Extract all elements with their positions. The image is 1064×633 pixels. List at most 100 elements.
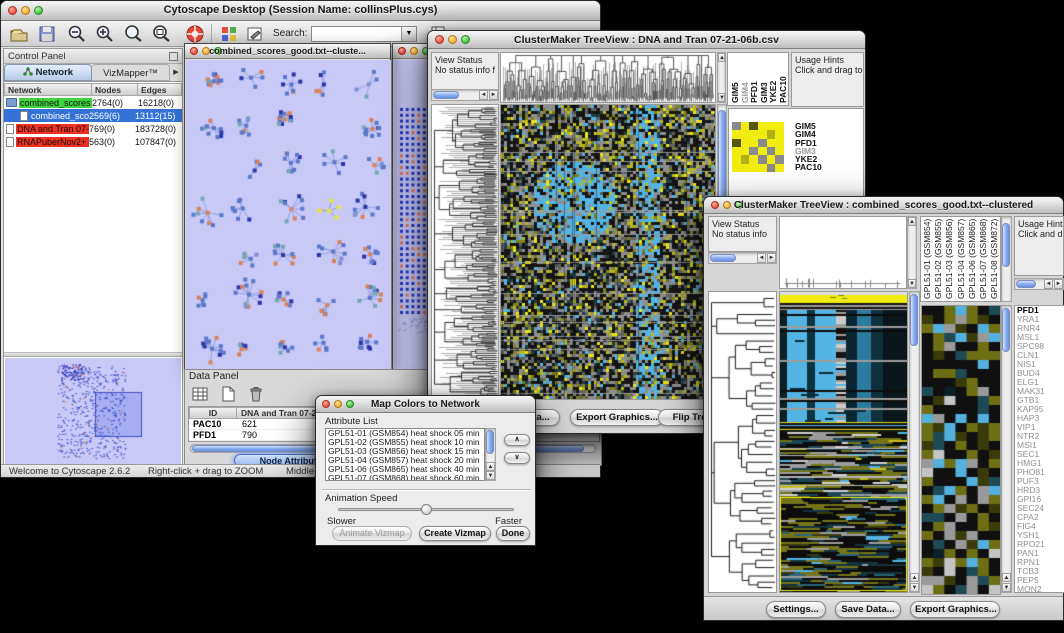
network-canvas[interactable] (186, 60, 391, 370)
gene-label[interactable]: CLN1 (1017, 351, 1064, 360)
gene-label[interactable]: ELG1 (1017, 378, 1064, 387)
gene-label[interactable]: PFD1 (1017, 306, 1064, 315)
help-icon[interactable] (185, 24, 205, 44)
done-button[interactable]: Done (496, 526, 530, 541)
heatmap-cell[interactable] (732, 147, 741, 155)
tv2-gene-labels[interactable]: PFD1YRA1RNR4MSL1SPC98CLN1NIS1BUD4ELG1MAK… (1014, 305, 1064, 593)
gene-label[interactable]: NTR2 (1017, 432, 1064, 441)
heatmap-cell[interactable] (732, 164, 741, 172)
heatmap-cell[interactable] (741, 155, 750, 163)
gene-label[interactable]: MON2 (1017, 585, 1064, 593)
open-session-icon[interactable] (9, 24, 29, 44)
heatmap-cell[interactable] (732, 122, 741, 130)
gene-label[interactable]: MSI1 (1017, 441, 1064, 450)
heatmap-cell[interactable] (775, 155, 784, 163)
gene-label[interactable]: RPN1 (1017, 558, 1064, 567)
main-titlebar[interactable]: Cytoscape Desktop (Session Name: collins… (1, 1, 600, 21)
tv2-heatmap-vscrollbar[interactable]: ▲ ▼ (909, 291, 920, 593)
tv2-heatmap[interactable] (779, 291, 908, 593)
heatmap-cell[interactable] (749, 122, 758, 130)
heatmap-cell[interactable] (767, 147, 776, 155)
gene-label[interactable]: GTB1 (1017, 396, 1064, 405)
minimize-button[interactable] (410, 47, 418, 55)
heatmap-cell[interactable] (732, 130, 741, 138)
gene-label[interactable]: RNR4 (1017, 324, 1064, 333)
zoom-in-icon[interactable] (95, 24, 115, 44)
col-edges[interactable]: Edges (138, 83, 182, 96)
attribute-list[interactable]: GPL51-01 (GSM854) heat shock 05 minGPL51… (325, 428, 485, 481)
gene-label[interactable]: FIG4 (1017, 522, 1064, 531)
heatmap-cell[interactable] (767, 139, 776, 147)
gene-label[interactable]: RPO21 (1017, 540, 1064, 549)
gene-label[interactable]: MAK31 (1017, 387, 1064, 396)
scroll-up-arrow[interactable]: ▲ (718, 53, 725, 62)
gene-label[interactable]: PEP5 (1017, 576, 1064, 585)
zoom-fit-icon[interactable] (151, 24, 171, 44)
gene-label[interactable]: HMG1 (1017, 459, 1064, 468)
gene-label[interactable]: TCB3 (1017, 567, 1064, 576)
gene-label[interactable]: PAN1 (1017, 549, 1064, 558)
heatmap-cell[interactable] (775, 139, 784, 147)
heatmap-cell[interactable] (775, 122, 784, 130)
col-network[interactable]: Network (4, 83, 92, 96)
heatmap-cell[interactable] (749, 164, 758, 172)
gene-label[interactable]: HRD3 (1017, 486, 1064, 495)
heatmap-cell[interactable] (741, 122, 750, 130)
heatmap-cell[interactable] (758, 130, 767, 138)
gene-label[interactable]: HAP3 (1017, 414, 1064, 423)
gene-label[interactable]: GPI16 (1017, 495, 1064, 504)
scroll-down-arrow[interactable]: ▼ (718, 93, 725, 102)
network-window-titlebar[interactable]: combined_scores_good.txt--cluste... (185, 44, 390, 59)
tv1-heatmap[interactable] (500, 104, 716, 400)
tv2-zoom-heatmap[interactable] (921, 305, 1001, 595)
tv2-hints-hscrollbar[interactable]: ◄ ► (1014, 278, 1064, 290)
heatmap-cell[interactable] (741, 164, 750, 172)
tab-network[interactable]: Network (4, 64, 92, 81)
attribute-list-vscrollbar[interactable]: ▲ ▼ (485, 428, 496, 481)
scroll-down-arrow[interactable]: ▼ (486, 471, 495, 480)
heatmap-cell[interactable] (749, 139, 758, 147)
tv1-titlebar[interactable]: ClusterMaker TreeView : DNA and Tran 07-… (428, 31, 865, 49)
tv1-zoom-heatmap[interactable] (732, 122, 784, 172)
gene-label[interactable]: SEC24 (1017, 504, 1064, 513)
network-list-row[interactable]: DNA and Tran 07-21-06b.csv769(0)183728(0… (4, 122, 182, 135)
heatmap-cell[interactable] (767, 122, 776, 130)
gene-label[interactable]: MSL1 (1017, 333, 1064, 342)
gene-label[interactable]: YRA1 (1017, 315, 1064, 324)
gene-label[interactable]: PUF3 (1017, 477, 1064, 486)
attribute-list-item[interactable]: GPL51-07 (GSM868) heat shock 60 min (326, 474, 484, 481)
heatmap-cell[interactable] (758, 155, 767, 163)
table-view-icon[interactable] (191, 385, 209, 403)
tv2-export-graphics-button[interactable]: Export Graphics... (910, 601, 1000, 618)
animation-speed-slider[interactable] (338, 508, 514, 511)
heatmap-cell[interactable] (767, 164, 776, 172)
heatmap-cell[interactable] (758, 139, 767, 147)
tab-vizmapper[interactable]: VizMapper™ (92, 64, 170, 81)
col-id[interactable]: ID (189, 407, 237, 419)
heatmap-cell[interactable] (749, 155, 758, 163)
scroll-up-arrow[interactable]: ▲ (1002, 573, 1011, 582)
heatmap-cell[interactable] (775, 130, 784, 138)
animate-vizmap-button[interactable]: Animate Vizmap (332, 526, 412, 541)
search-input[interactable] (313, 28, 399, 40)
tv2-row-dendrogram[interactable] (708, 291, 777, 593)
scroll-up-arrow[interactable]: ▲ (486, 462, 495, 471)
attribute-list-item[interactable]: GPL51-06 (GSM865) heat shock 40 min (326, 465, 484, 474)
tv2-titlebar[interactable]: ClusterMaker TreeView : combined_scores_… (704, 197, 1063, 214)
move-up-button[interactable]: ∧ (504, 434, 530, 446)
gene-label[interactable]: PHO81 (1017, 468, 1064, 477)
slider-thumb[interactable] (421, 504, 432, 515)
birdseye-view[interactable] (5, 358, 181, 464)
heatmap-cell[interactable] (767, 130, 776, 138)
col-nodes[interactable]: Nodes (92, 83, 138, 96)
vizmapper-palette-icon[interactable] (219, 24, 239, 44)
scroll-left-arrow[interactable]: ◄ (1044, 279, 1053, 289)
gene-label[interactable]: NIS1 (1017, 360, 1064, 369)
birdseye-canvas[interactable] (5, 358, 181, 464)
network-list-row[interactable]: combined_scores2764(0)16218(0) (4, 96, 182, 109)
tv1-row-dendrogram[interactable] (431, 104, 499, 400)
network-list-row[interactable]: combined_scores_good2569(6)13112(15) (4, 109, 182, 122)
heatmap-cell[interactable] (758, 122, 767, 130)
panel-splitter[interactable] (4, 352, 182, 357)
attribute-list-item[interactable]: GPL51-04 (GSM857) heat shock 20 min (326, 456, 484, 465)
